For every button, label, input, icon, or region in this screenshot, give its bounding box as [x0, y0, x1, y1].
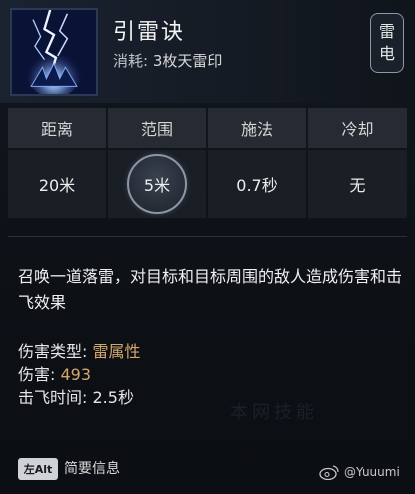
skill-tooltip: 引雷诀 消耗: 3枚天雷印 雷 电 距离 范围 施法 冷却 20米 5米 0.7…	[0, 0, 415, 494]
stats-table: 距离 范围 施法 冷却 20米 5米 0.7秒 无	[8, 108, 407, 218]
knockup-label: 击飞时间:	[18, 388, 88, 407]
tooltip-header: 引雷诀 消耗: 3枚天雷印 雷 电	[0, 0, 415, 103]
damage-type-value: 雷属性	[92, 342, 141, 361]
stat-value-range-cell: 5米	[108, 150, 206, 218]
stat-header-range: 范围	[108, 108, 206, 148]
damage-type-row: 伤害类型: 雷属性	[18, 338, 141, 362]
skill-cost: 消耗: 3枚天雷印	[113, 50, 222, 71]
cost-label: 消耗:	[113, 52, 149, 70]
stat-header-cooldown: 冷却	[308, 108, 407, 148]
background-watermark: 本网技能	[230, 402, 318, 423]
stat-header-distance: 距离	[8, 108, 106, 148]
tooltip-footer: 左Alt 简要信息 @Yuuumi	[0, 446, 415, 494]
skill-name: 引雷诀	[113, 20, 186, 45]
damage-label: 伤害:	[18, 365, 56, 384]
cost-value: 3枚天雷印	[152, 52, 223, 70]
damage-type-label: 伤害类型:	[18, 342, 88, 361]
element-char-1: 雷	[378, 22, 395, 41]
damage-value: 493	[60, 365, 92, 384]
knockup-row: 击飞时间: 2.5秒	[18, 384, 134, 408]
stat-value-distance: 20米	[8, 150, 106, 218]
element-char-2: 电	[378, 44, 395, 63]
skill-description: 召唤一道落雷，对目标和目标周围的敌人造成伤害和击飞效果	[18, 267, 403, 312]
brief-info-label: 简要信息	[64, 461, 120, 477]
weibo-icon	[319, 465, 339, 480]
element-badge: 雷 电	[370, 13, 404, 73]
stat-value-cooldown: 无	[308, 150, 407, 218]
section-divider	[8, 236, 407, 237]
range-circle: 5米	[127, 154, 187, 214]
credit-text: @Yuuumi	[344, 465, 400, 479]
stat-value-cast: 0.7秒	[208, 150, 306, 218]
stat-header-cast: 施法	[208, 108, 306, 148]
credit: @Yuuumi	[318, 464, 400, 480]
alt-key-badge[interactable]: 左Alt	[18, 458, 58, 480]
stat-value-range: 5米	[143, 176, 171, 195]
damage-row: 伤害: 493	[18, 361, 91, 385]
knockup-value: 2.5秒	[92, 388, 134, 407]
lightning-skill-icon	[10, 8, 98, 96]
